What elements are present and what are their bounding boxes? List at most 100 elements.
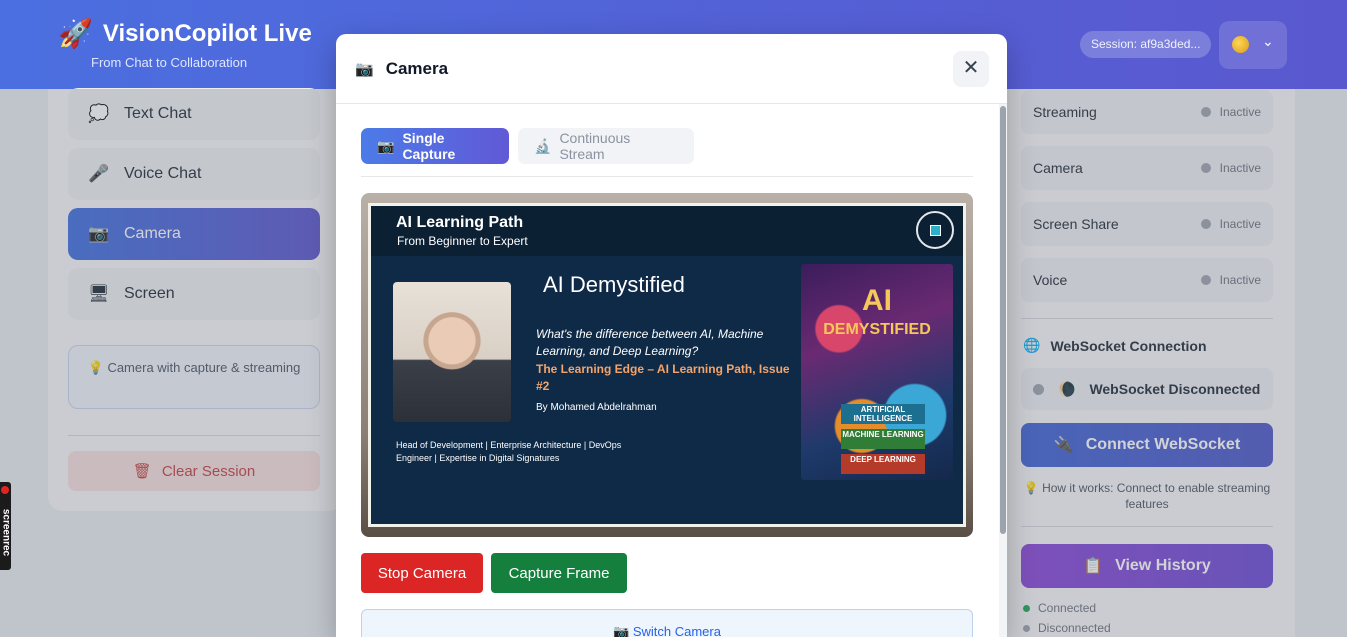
record-icon	[1, 486, 9, 494]
thought-bubble-icon: 💭	[88, 104, 110, 123]
sidebar-item-voice-chat[interactable]: 🎤 Voice Chat	[68, 148, 320, 200]
status-dot	[1200, 275, 1211, 285]
connect-websocket-button[interactable]: 🔌 Connect WebSocket	[1021, 423, 1273, 467]
status-row-voice: Voice Inactive	[1021, 258, 1273, 302]
camera-icon: 📷	[377, 137, 395, 154]
status-dot	[1200, 219, 1211, 229]
lightbulb-icon: 💡	[1023, 481, 1039, 495]
capture-frame-button[interactable]: Capture Frame	[491, 553, 627, 593]
monitor-icon: 🖥	[88, 284, 110, 303]
capture-mode-tabs: 📷 Single Capture 🔬 Continuous Stream	[361, 128, 973, 177]
status-label: Screen Share	[1033, 216, 1119, 232]
legend-label: Disconnected	[1038, 621, 1111, 635]
moon-icon: 🌘	[1058, 380, 1076, 397]
legend-disconnected: Disconnected	[1023, 621, 1111, 635]
book-cover-title: DEMYSTIFIED	[823, 321, 931, 338]
book-cover-ai: AI	[862, 284, 892, 317]
clear-session-label: Clear Session	[161, 462, 256, 480]
globe-icon: 🌐	[1023, 337, 1041, 353]
modal-title: Camera	[385, 58, 449, 78]
slide-header-bar: AI Learning Path From Beginner to Expert	[371, 206, 963, 256]
lightbulb-icon: 💡	[87, 360, 104, 375]
sidebar-item-label: Screen	[124, 285, 175, 302]
slide-subheading: From Beginner to Expert	[397, 234, 528, 248]
modal-scrollbar[interactable]	[999, 104, 1007, 637]
close-button[interactable]: ✕	[953, 51, 989, 87]
camera-preview: AI Learning Path From Beginner to Expert…	[361, 193, 973, 537]
mode-info-box: 💡 Camera with capture & streaming	[68, 345, 320, 409]
trash-icon: 🗑	[132, 463, 152, 480]
book-cover-image: AI DEMYSTIFIED ARTIFICIAL INTELLIGENCE M…	[801, 264, 953, 480]
tab-label: Single Capture	[402, 130, 456, 162]
legend-connected: Connected	[1023, 601, 1096, 615]
switch-camera-label: Switch Camera	[632, 624, 721, 637]
slide-heading: AI Learning Path	[396, 214, 524, 231]
mode-info-text: Camera with capture & streaming	[107, 360, 301, 375]
status-dot	[1033, 383, 1044, 395]
rocket-icon: 🚀	[58, 18, 93, 49]
sidebar-item-label: Voice Chat	[124, 165, 202, 182]
status-value: Inactive	[1219, 161, 1261, 175]
camera-modal: 📷 Camera ✕ 📷 Single Capture 🔬 Continuous…	[336, 34, 1007, 637]
sidebar-item-label: Camera	[124, 225, 181, 242]
view-history-label: View History	[1115, 557, 1211, 574]
disconnected-dot	[1023, 624, 1030, 632]
divider	[1021, 526, 1273, 527]
session-badge: Session: af9a3ded...	[1080, 31, 1212, 58]
slide-title: AI Demystified	[543, 272, 685, 297]
tab-continuous-stream[interactable]: 🔬 Continuous Stream	[518, 128, 694, 164]
slide-series: The Learning Edge – AI Learning Path, Is…	[536, 362, 790, 393]
avatar-icon	[1232, 36, 1249, 53]
status-label: Streaming	[1033, 104, 1097, 120]
stop-camera-button[interactable]: Stop Camera	[361, 553, 483, 593]
slide-byline: By Mohamed Abdelrahman	[536, 402, 657, 413]
slide-question: What's the difference between AI, Machin…	[536, 327, 764, 358]
status-row-screen-share: Screen Share Inactive	[1021, 202, 1273, 246]
status-row-streaming: Streaming Inactive	[1021, 90, 1273, 134]
app-subtitle: From Chat to Collaboration	[91, 55, 248, 70]
clipboard-icon: 📋	[1083, 558, 1104, 575]
slide-roles: Head of Development | Enterprise Archite…	[396, 440, 622, 463]
view-history-button[interactable]: 📋 View History	[1021, 544, 1273, 588]
clear-session-button[interactable]: 🗑 Clear Session	[68, 451, 320, 491]
status-row-camera: Camera Inactive	[1021, 146, 1273, 190]
websocket-status: 🌘 WebSocket Disconnected	[1021, 368, 1273, 410]
legend-label: Connected	[1038, 601, 1097, 615]
switch-camera-button[interactable]: 📷 Switch Camera	[361, 609, 973, 637]
websocket-status-label: WebSocket Disconnected	[1089, 381, 1261, 397]
sidebar-item-label: Text Chat	[124, 105, 192, 122]
status-label: Voice	[1033, 272, 1068, 288]
author-photo	[393, 282, 511, 422]
divider	[68, 435, 320, 436]
screenrec-tab[interactable]: screenrec	[0, 482, 12, 570]
sidebar-item-text-chat[interactable]: 💭 Text Chat	[68, 88, 320, 140]
how-it-works-label: How it works: Connect to enable streamin…	[1042, 481, 1271, 511]
status-panel: Streaming Inactive Camera Inactive Scree…	[1005, 89, 1295, 637]
camera-icon: 📷	[88, 224, 110, 243]
websocket-title-label: WebSocket Connection	[1050, 337, 1207, 354]
modal-header: 📷 Camera	[336, 34, 1007, 104]
captured-slide: AI Learning Path From Beginner to Expert…	[368, 203, 966, 527]
status-dot	[1200, 107, 1211, 117]
app-title: VisionCopilot Live	[102, 20, 312, 47]
screenrec-label: screenrec	[0, 508, 12, 557]
book-layer: ARTIFICIAL INTELLIGENCE	[841, 404, 925, 424]
mode-sidebar: 💭 Text Chat 🎤 Voice Chat 📷 Camera 🖥 Scre…	[48, 88, 343, 511]
tab-single-capture[interactable]: 📷 Single Capture	[361, 128, 509, 164]
book-layer: DEEP LEARNING	[841, 454, 925, 474]
status-value: Inactive	[1219, 217, 1261, 231]
brain-chip-icon	[916, 211, 954, 249]
status-value: Inactive	[1219, 273, 1261, 287]
user-menu-button[interactable]: ⌄	[1219, 21, 1287, 69]
sidebar-item-screen[interactable]: 🖥 Screen	[68, 268, 320, 320]
scrollbar-thumb[interactable]	[1000, 106, 1006, 534]
brand: 🚀 VisionCopilot Live	[58, 18, 312, 50]
connected-dot	[1023, 604, 1030, 612]
chip-shape	[930, 225, 941, 236]
tab-label: Continuous Stream	[559, 130, 631, 162]
book-layer: MACHINE LEARNING	[841, 429, 925, 449]
how-it-works-text: 💡 How it works: Connect to enable stream…	[1021, 480, 1273, 512]
camera-icon: 📷	[355, 60, 374, 78]
sidebar-item-camera[interactable]: 📷 Camera	[68, 208, 320, 260]
microphone-icon: 🎤	[88, 164, 110, 183]
